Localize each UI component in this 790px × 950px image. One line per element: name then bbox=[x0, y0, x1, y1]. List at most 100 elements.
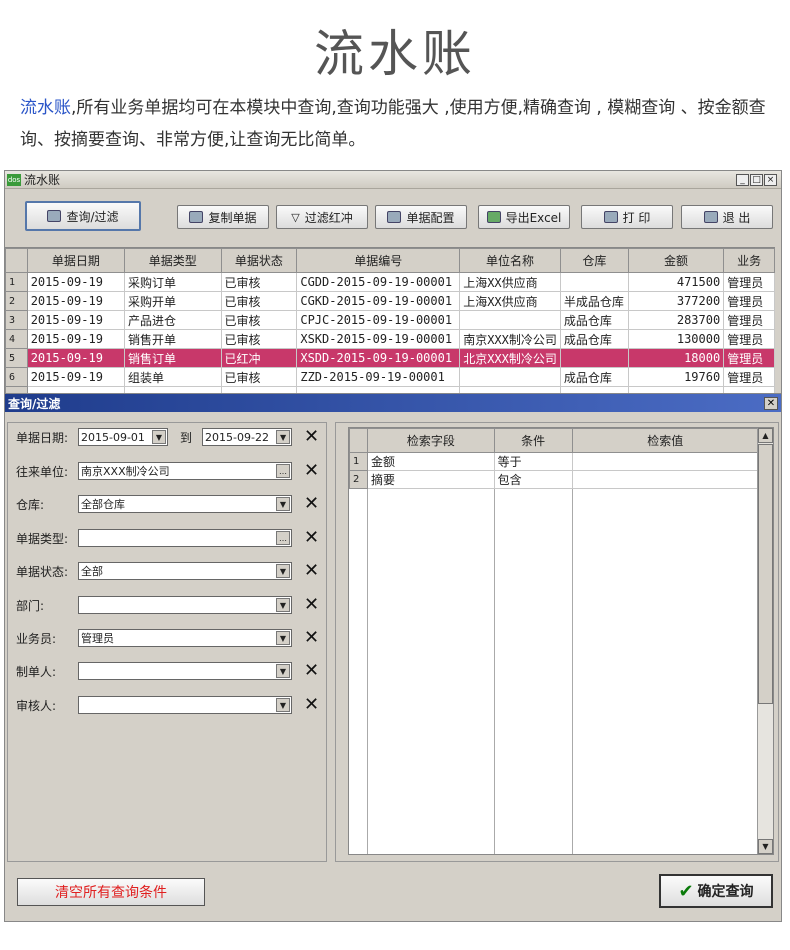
chevron-down-icon[interactable]: ▼ bbox=[276, 564, 290, 578]
cond-cell-op[interactable]: 等于 bbox=[493, 452, 573, 471]
cell-wh: 成品仓库 bbox=[559, 310, 629, 330]
date-to-field[interactable]: 2015-09-22 ▼ bbox=[202, 428, 293, 446]
col-header[interactable]: 单位名称 bbox=[459, 248, 561, 273]
table-row[interactable]: 4 2015-09-19 销售开单 已审核 XSKD-2015-09-19-00001 南… bbox=[5, 329, 775, 349]
col-header[interactable]: 业务 bbox=[723, 248, 775, 273]
copy-doc-button[interactable]: 复制单据 bbox=[177, 205, 269, 229]
panel-title: 查询/过滤 bbox=[8, 396, 61, 411]
col-header[interactable]: 单据日期 bbox=[26, 248, 126, 273]
filter-red-button[interactable]: ▽ 过滤红冲 bbox=[276, 205, 368, 229]
grid-body: 1 2015-09-19 采购订单 已审核 CGDD-2015-09-19-00001 上… bbox=[5, 272, 775, 393]
toolbar: 查询/过滤 复制单据 ▽ 过滤红冲 单据配置 导出Excel 打 印 退 出 bbox=[5, 193, 781, 245]
cond-row[interactable]: 2 摘要 包含 bbox=[349, 470, 759, 489]
clear-clerk-icon[interactable]: ✕ bbox=[304, 629, 319, 647]
clear-dept-icon[interactable]: ✕ bbox=[304, 596, 319, 614]
col-header[interactable]: 金额 bbox=[627, 248, 725, 273]
warehouse-select[interactable]: 全部仓库 ▼ bbox=[78, 495, 292, 513]
condition-scrollbar[interactable]: ▲ ▼ bbox=[757, 428, 773, 854]
date-from-field[interactable]: 2015-09-01 ▼ bbox=[78, 428, 168, 446]
col-header[interactable]: 单据状态 bbox=[220, 248, 298, 273]
chevron-down-icon[interactable]: ▼ bbox=[152, 430, 166, 444]
cond-cell-value[interactable] bbox=[571, 470, 759, 489]
clear-date-icon[interactable]: ✕ bbox=[304, 428, 319, 446]
dept-row: 部门: ▼ bbox=[16, 595, 292, 615]
clerk-select[interactable]: 管理员 ▼ bbox=[78, 629, 292, 647]
grid-header-row: 单据日期 单据类型 单据状态 单据编号 单位名称 仓库 金额 业务 bbox=[5, 248, 775, 273]
clear-warehouse-icon[interactable]: ✕ bbox=[304, 495, 319, 513]
clear-doctype-icon[interactable]: ✕ bbox=[304, 529, 319, 547]
records-grid[interactable]: 单据日期 单据类型 单据状态 单据编号 单位名称 仓库 金额 业务 1 2015-… bbox=[5, 247, 775, 393]
chevron-down-icon[interactable]: ▼ bbox=[276, 631, 290, 645]
condition-grid[interactable]: 检索字段 条件 检索值 1 金额 等于 2 摘要 包含 ▲ ▼ bbox=[348, 427, 774, 855]
row-number: 6 bbox=[5, 367, 28, 387]
query-filter-button[interactable]: 查询/过滤 bbox=[25, 201, 141, 231]
maker-select[interactable]: ▼ bbox=[78, 662, 292, 680]
table-row[interactable]: 2 2015-09-19 采购开单 已审核 CGKD-2015-09-19-00001 上… bbox=[5, 291, 775, 311]
cond-col-header[interactable]: 检索字段 bbox=[366, 428, 495, 453]
cell-status: 已审核 bbox=[220, 310, 298, 330]
cell-date: 2015-09-19 bbox=[26, 329, 126, 349]
unit-label: 往来单位: bbox=[16, 464, 69, 479]
table-row[interactable]: 6 2015-09-19 组装单 已审核 ZZD-2015-09-19-00001 成品仓… bbox=[5, 367, 775, 387]
close-button[interactable]: × bbox=[764, 173, 777, 186]
cell-wh bbox=[559, 272, 629, 292]
print-label: 打 印 bbox=[622, 210, 651, 225]
chevron-down-icon[interactable]: ▼ bbox=[276, 598, 290, 612]
col-header[interactable]: 单据编号 bbox=[296, 248, 461, 273]
print-button[interactable]: 打 印 bbox=[581, 205, 673, 229]
cond-col-header[interactable]: 条件 bbox=[493, 428, 573, 453]
cell-date: 2015-09-19 bbox=[26, 291, 126, 311]
clear-all-conditions-button[interactable]: 清空所有查询条件 bbox=[17, 878, 205, 906]
chevron-down-icon[interactable]: ▼ bbox=[276, 664, 290, 678]
confirm-query-button[interactable]: ✔ 确定查询 bbox=[659, 874, 773, 908]
window-titlebar: dos 流水账 _ □ × bbox=[5, 171, 781, 189]
table-row[interactable]: 3 2015-09-19 产品进仓 已审核 CPJC-2015-09-19-00001 成… bbox=[5, 310, 775, 330]
cell-status: 已审核 bbox=[220, 291, 298, 311]
status-select[interactable]: 全部 ▼ bbox=[78, 562, 292, 580]
table-row[interactable]: 1 2015-09-19 采购订单 已审核 CGDD-2015-09-19-00001 上… bbox=[5, 272, 775, 292]
cond-col-header[interactable]: 检索值 bbox=[571, 428, 759, 453]
clear-unit-icon[interactable]: ✕ bbox=[304, 462, 319, 480]
maximize-button[interactable]: □ bbox=[750, 173, 763, 186]
minimize-button[interactable]: _ bbox=[736, 173, 749, 186]
cond-cell-op[interactable]: 包含 bbox=[493, 470, 573, 489]
scroll-up-icon[interactable]: ▲ bbox=[758, 428, 773, 443]
cond-body: 1 金额 等于 2 摘要 包含 bbox=[349, 452, 759, 489]
cond-row[interactable]: 1 金额 等于 bbox=[349, 452, 759, 471]
exit-button[interactable]: 退 出 bbox=[681, 205, 773, 229]
cond-cell-value[interactable] bbox=[571, 452, 759, 471]
col-header[interactable]: 单据类型 bbox=[124, 248, 222, 273]
cond-cell-field[interactable]: 金额 bbox=[366, 452, 495, 471]
cond-corner bbox=[349, 428, 368, 453]
clear-status-icon[interactable]: ✕ bbox=[304, 562, 319, 580]
filter-icon: ▽ bbox=[291, 210, 300, 224]
panel-close-icon[interactable]: ✕ bbox=[764, 396, 778, 410]
auditor-select[interactable]: ▼ bbox=[78, 696, 292, 714]
export-excel-button[interactable]: 导出Excel bbox=[478, 205, 570, 229]
cell-type: 产品进仓 bbox=[124, 310, 222, 330]
clear-auditor-icon[interactable]: ✕ bbox=[304, 696, 319, 714]
cell-type: 销售开单 bbox=[124, 329, 222, 349]
clear-maker-icon[interactable]: ✕ bbox=[304, 662, 319, 680]
chevron-down-icon[interactable]: ▼ bbox=[276, 497, 290, 511]
auditor-label: 审核人: bbox=[16, 698, 57, 713]
scroll-down-icon[interactable]: ▼ bbox=[758, 839, 773, 854]
chevron-down-icon[interactable]: ▼ bbox=[276, 698, 290, 712]
query-filter-panel: 查询/过滤 ✕ 单据日期: 2015-09-01 ▼ 到 2015-09-22 ▼ … bbox=[5, 393, 781, 921]
cond-cell-field[interactable]: 摘要 bbox=[366, 470, 495, 489]
app-icon: dos bbox=[7, 173, 21, 186]
cell-status: 已审核 bbox=[220, 329, 298, 349]
doc-config-label: 单据配置 bbox=[406, 210, 455, 225]
doc-config-button[interactable]: 单据配置 bbox=[375, 205, 467, 229]
unit-field[interactable]: 南京XXX制冷公司… bbox=[78, 462, 292, 480]
doctype-field[interactable]: … bbox=[78, 529, 292, 547]
column-divider bbox=[367, 428, 368, 854]
ellipsis-icon[interactable]: … bbox=[276, 531, 290, 545]
ellipsis-icon[interactable]: … bbox=[276, 464, 290, 478]
table-row[interactable]: 5 2015-09-19 销售订单 已红冲 XSDD-2015-09-19-00001 北… bbox=[5, 348, 775, 368]
dept-select[interactable]: ▼ bbox=[78, 596, 292, 614]
dept-label: 部门: bbox=[16, 598, 45, 613]
chevron-down-icon[interactable]: ▼ bbox=[276, 430, 291, 444]
scroll-thumb[interactable] bbox=[758, 444, 773, 704]
col-header[interactable]: 仓库 bbox=[559, 248, 629, 273]
